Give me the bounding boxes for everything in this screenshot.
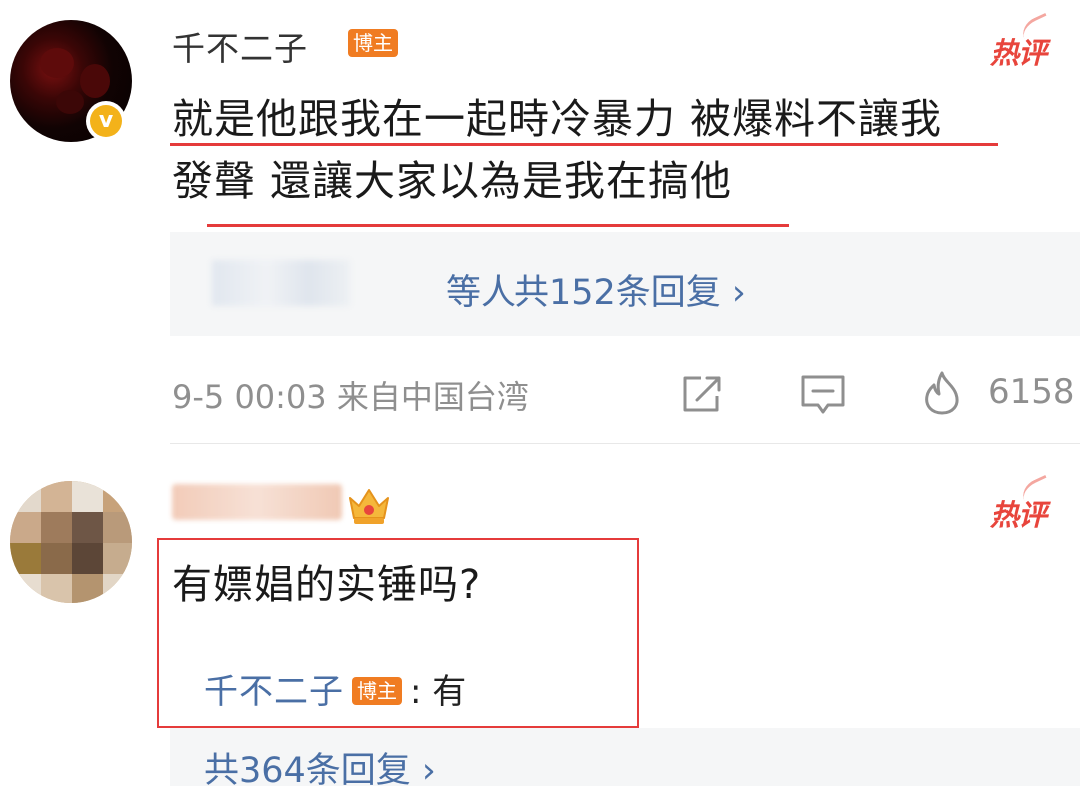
username[interactable]: 千不二子 (172, 22, 308, 70)
fire-like-icon[interactable] (920, 370, 964, 416)
view-replies-link[interactable]: 共152条回复 › (514, 264, 746, 315)
share-icon[interactable] (681, 374, 725, 414)
blurred-usernames (212, 260, 350, 306)
highlight-underline (170, 143, 998, 146)
blogger-reply[interactable]: 千不二子 博主: 有 (204, 664, 466, 713)
hot-comment-label: 热评 (990, 474, 1056, 534)
blurred-username[interactable] (172, 484, 352, 524)
verified-icon: v (86, 101, 126, 141)
reply-text: 有 (432, 672, 467, 712)
like-count: 6158 (988, 372, 1075, 412)
comment-meta: 9-5 00:03 来自中国台湾 (172, 378, 529, 416)
view-replies-link[interactable]: 共364条回复 › (204, 742, 436, 786)
divider (170, 443, 1080, 444)
comment-text: 有嫖娼的实锤吗? (172, 562, 482, 608)
blogger-badge: 博主 (352, 676, 402, 705)
reply-username[interactable]: 千不二子 (204, 672, 344, 712)
hot-comment-label: 热评 (990, 12, 1056, 72)
comment-feed: v 千不二子 博主 热评 就是他跟我在一起時冷暴力 被爆料不讓我 發聲 還讓大家… (0, 0, 1080, 786)
avatar[interactable] (10, 481, 132, 603)
highlight-underline (207, 224, 789, 227)
comment-icon[interactable] (800, 374, 846, 416)
comment-text: 就是他跟我在一起時冷暴力 被爆料不讓我 發聲 還讓大家以為是我在搞他 (172, 95, 943, 205)
blogger-badge: 博主 (348, 29, 398, 57)
crown-icon (349, 489, 389, 524)
